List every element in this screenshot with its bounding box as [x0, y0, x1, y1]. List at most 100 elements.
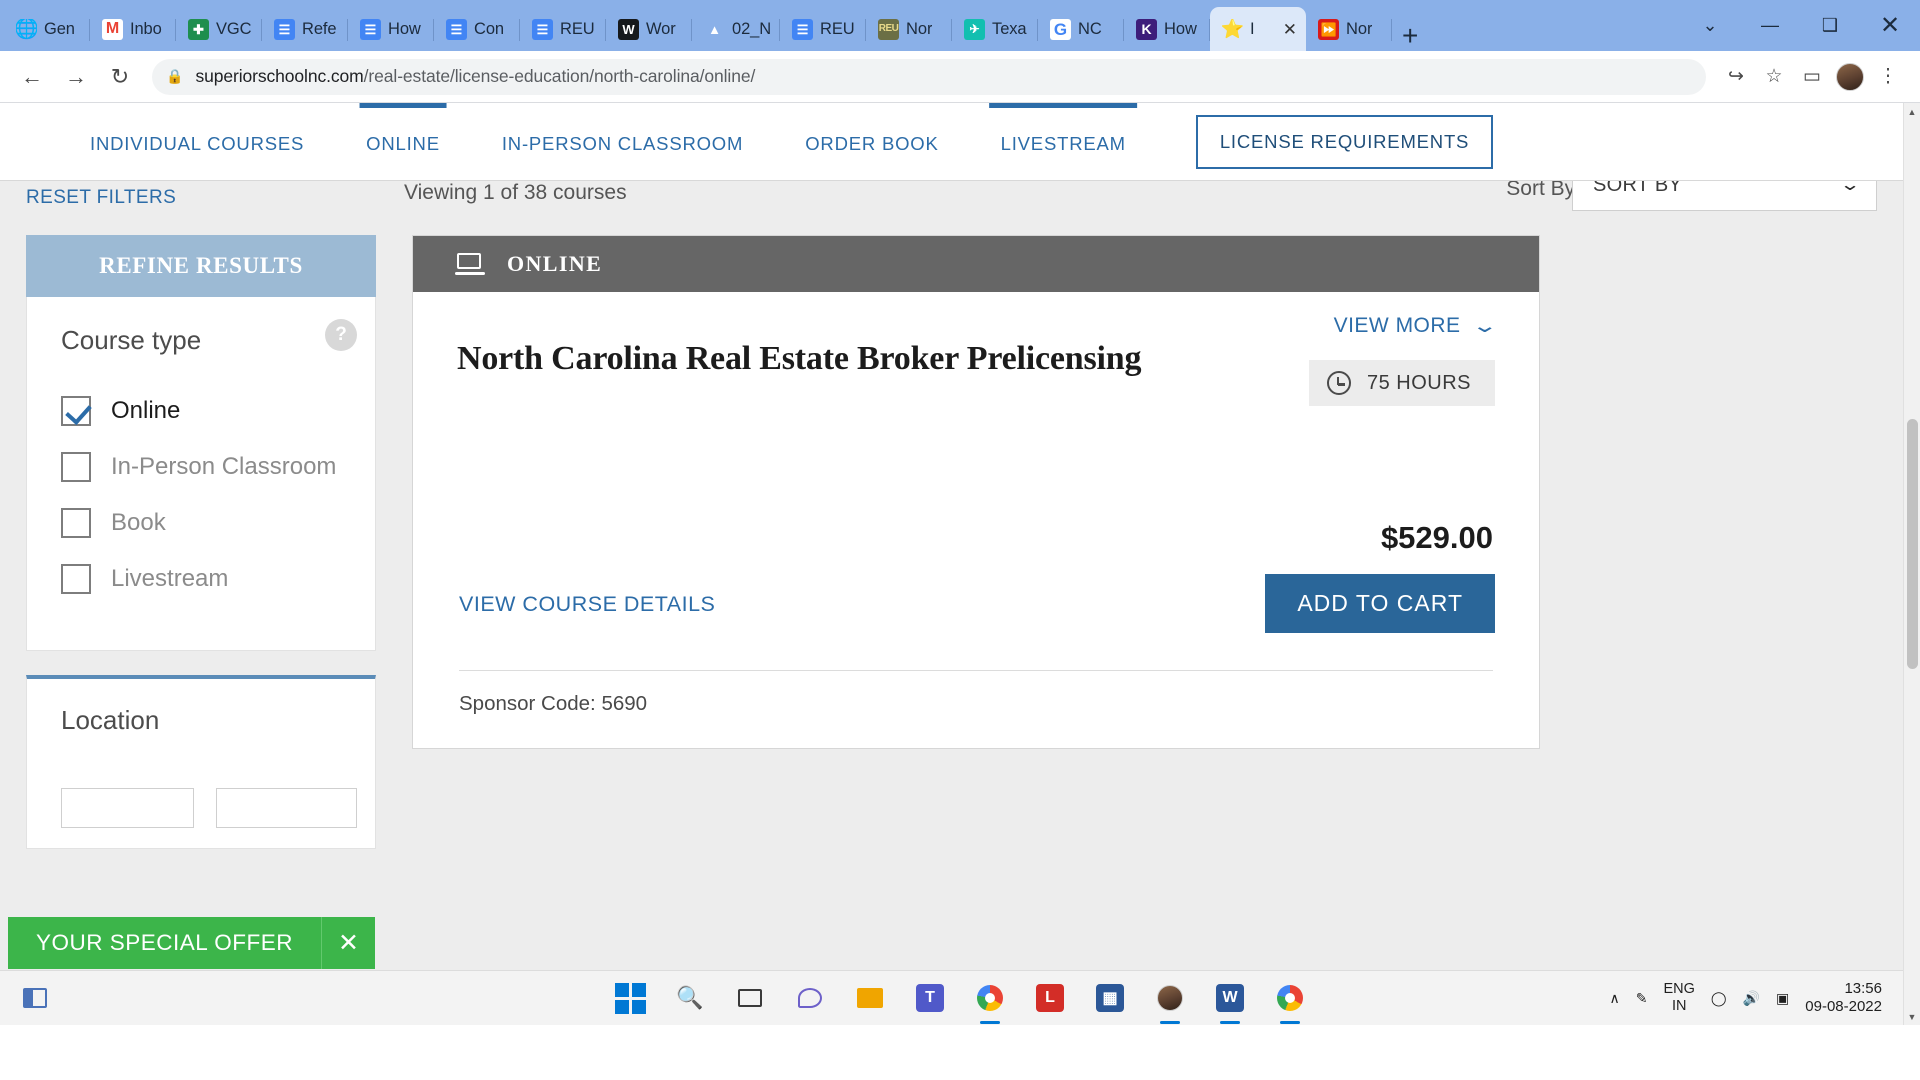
help-icon[interactable]: ?: [325, 319, 357, 351]
url-domain: superiorschoolnc.com: [195, 66, 364, 86]
chrome-second-window-icon[interactable]: [1273, 981, 1307, 1015]
reu-icon: REU: [878, 18, 900, 40]
back-icon[interactable]: ←: [12, 57, 52, 97]
browser-tab[interactable]: ✈ Texa: [952, 7, 1039, 51]
tab-label: How: [388, 19, 421, 38]
close-icon[interactable]: ✕: [1279, 21, 1297, 38]
browser-tab[interactable]: ☰ How: [348, 7, 434, 51]
checkbox-livestream[interactable]: [61, 564, 91, 594]
taskbar-widgets-icon[interactable]: [18, 981, 52, 1015]
wifi-icon[interactable]: ◯: [1711, 990, 1727, 1007]
filter-option-book[interactable]: Book: [45, 508, 357, 538]
task-view-icon[interactable]: [733, 981, 767, 1015]
reload-icon[interactable]: ↻: [100, 57, 140, 97]
google-drive-icon: ▲: [708, 21, 721, 37]
view-more-toggle[interactable]: VIEW MORE ⌄: [1334, 314, 1498, 338]
share-icon[interactable]: ↪: [1718, 59, 1754, 95]
url-text: superiorschoolnc.com/real-estate/license…: [195, 66, 755, 87]
teams-icon[interactable]: T: [913, 981, 947, 1015]
omnibox-actions: ↪ ☆ ▭ ⋮: [1718, 59, 1906, 95]
browser-menu-icon[interactable]: ⋮: [1870, 59, 1906, 95]
nav-license-requirements[interactable]: LICENSE REQUIREMENTS: [1195, 114, 1494, 169]
location-inputs: [45, 788, 357, 828]
vertical-scrollbar[interactable]: ▲ ▼: [1903, 103, 1920, 1025]
volume-icon[interactable]: 🔊: [1743, 990, 1760, 1007]
lastpass-icon[interactable]: L: [1033, 981, 1067, 1015]
star-icon: ⭐: [1222, 18, 1244, 40]
close-window-button[interactable]: ✕: [1860, 4, 1920, 48]
reset-filters-link[interactable]: RESET FILTERS: [26, 187, 176, 209]
chat-icon[interactable]: [793, 981, 827, 1015]
filters-sidebar: REFINE RESULTS ? Course type Online In-P…: [26, 235, 376, 1025]
address-bar[interactable]: 🔒 superiorschoolnc.com/real-estate/licen…: [152, 58, 1706, 95]
filter-option-online[interactable]: Online: [45, 396, 357, 426]
results-count: Viewing 1 of 38 courses: [404, 181, 627, 204]
nav-order-book[interactable]: ORDER BOOK: [805, 105, 938, 179]
course-type-title: Course type: [61, 325, 202, 355]
globe-icon: 🌐: [16, 18, 37, 40]
browser-tab[interactable]: 🌐 Gen: [4, 7, 90, 51]
browser-window: 🌐 Gen M Inbo ✚ VGC ☰ Refe ☰ How ☰ Con ☰ …: [0, 0, 1920, 1025]
windows-logo-icon: [614, 982, 646, 1014]
tab-label: Nor: [1346, 19, 1373, 38]
scrollbar-thumb[interactable]: [1907, 419, 1918, 669]
file-explorer-icon[interactable]: [853, 981, 887, 1015]
forward-icon[interactable]: →: [56, 57, 96, 97]
browser-tab[interactable]: M Inbo: [90, 7, 176, 51]
scroll-up-arrow-icon[interactable]: ▲: [1904, 103, 1920, 120]
view-course-details-link[interactable]: VIEW COURSE DETAILS: [459, 592, 715, 617]
tab-search-icon[interactable]: ⌄: [1680, 4, 1740, 48]
omnibox-toolbar: ← → ↻ 🔒 superiorschoolnc.com/real-estate…: [0, 51, 1920, 103]
browser-tab[interactable]: REU Nor: [866, 7, 953, 51]
language-indicator[interactable]: ENG IN: [1664, 981, 1695, 1014]
microsoft-store-icon[interactable]: ▦: [1093, 981, 1127, 1015]
browser-tab-active[interactable]: ⭐ I ✕: [1210, 7, 1307, 51]
browser-tab[interactable]: G NC: [1038, 7, 1125, 51]
filter-label: Book: [111, 509, 166, 536]
add-to-cart-button[interactable]: ADD TO CART: [1265, 574, 1495, 633]
course-hours-label: 75 HOURS: [1366, 371, 1471, 394]
browser-tab[interactable]: ☰ REU: [780, 7, 867, 51]
browser-tab[interactable]: ⏩ Nor: [1306, 7, 1393, 51]
profile-avatar[interactable]: [1836, 62, 1864, 91]
close-icon[interactable]: ✕: [320, 917, 375, 969]
browser-tab[interactable]: ✚ VGC: [176, 7, 262, 51]
maximize-button[interactable]: ❑: [1800, 4, 1860, 48]
nav-livestream[interactable]: LIVESTREAM: [1001, 105, 1126, 179]
browser-tab[interactable]: ☰ REU: [520, 7, 606, 51]
minimize-button[interactable]: —: [1740, 4, 1800, 48]
search-icon[interactable]: 🔍: [673, 981, 707, 1015]
tray-expand-icon[interactable]: ∧: [1610, 990, 1620, 1007]
location-input-a[interactable]: [61, 788, 195, 828]
new-tab-button[interactable]: +: [1402, 22, 1418, 50]
windows-taskbar: 🔍 T L ▦ W ∧ ✎ ENG IN ◯ 🔊 ▣ 13:56 09-08-2…: [0, 970, 1920, 1025]
nav-individual-courses[interactable]: INDIVIDUAL COURSES: [90, 105, 304, 179]
filter-label: In-Person Classroom: [111, 453, 337, 480]
nav-online[interactable]: ONLINE: [366, 105, 440, 179]
side-panel-icon[interactable]: ▭: [1794, 59, 1830, 95]
chrome-window-icon[interactable]: [1153, 981, 1187, 1015]
browser-tab[interactable]: ☰ Refe: [262, 7, 348, 51]
filter-option-livestream[interactable]: Livestream: [45, 564, 357, 594]
browser-tab[interactable]: K How: [1124, 7, 1211, 51]
browser-tab[interactable]: ▲ 02_N: [692, 7, 781, 51]
battery-icon[interactable]: ▣: [1776, 990, 1789, 1007]
clock[interactable]: 13:56 09-08-2022: [1805, 980, 1882, 1016]
browser-tab[interactable]: ☰ Con: [434, 7, 520, 51]
checkbox-online[interactable]: [61, 396, 91, 426]
location-input-b[interactable]: [216, 788, 357, 828]
special-offer-label[interactable]: YOUR SPECIAL OFFER: [8, 917, 321, 969]
filter-option-in-person-classroom[interactable]: In-Person Classroom: [45, 452, 357, 482]
browser-tab[interactable]: W Wor: [606, 7, 692, 51]
start-button[interactable]: [613, 981, 647, 1015]
word-window-icon[interactable]: W: [1213, 981, 1247, 1015]
course-card-header: ONLINE: [413, 236, 1539, 292]
nav-in-person-classroom[interactable]: IN-PERSON CLASSROOM: [502, 105, 743, 179]
scroll-down-arrow-icon[interactable]: ▼: [1904, 1008, 1920, 1025]
bookmark-star-icon[interactable]: ☆: [1756, 59, 1792, 95]
chrome-icon[interactable]: [973, 981, 1007, 1015]
google-docs-icon: ☰: [274, 18, 295, 40]
pen-icon[interactable]: ✎: [1636, 990, 1648, 1007]
checkbox-in-person-classroom[interactable]: [61, 452, 91, 482]
checkbox-book[interactable]: [61, 508, 91, 538]
